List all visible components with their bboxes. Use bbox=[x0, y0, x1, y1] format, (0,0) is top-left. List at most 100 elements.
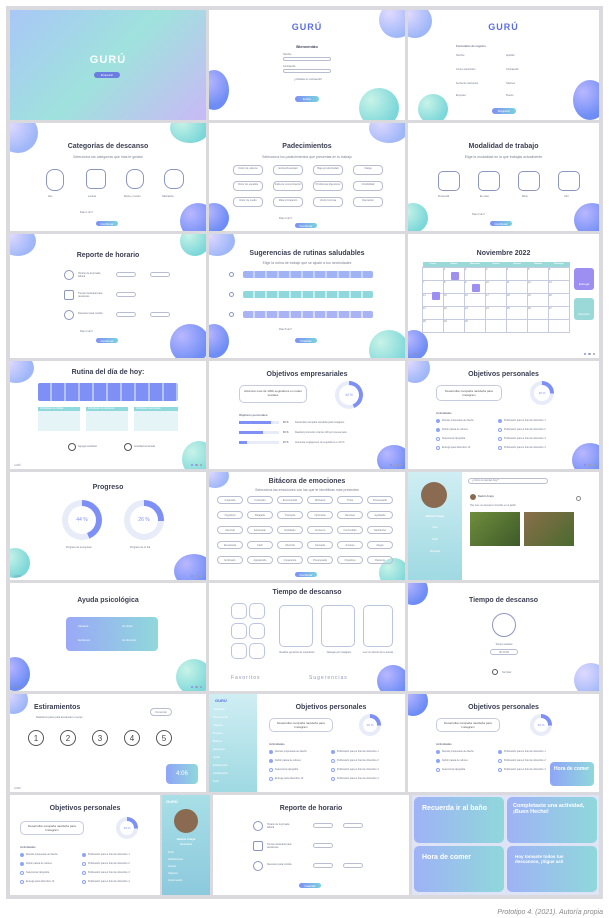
timeline[interactable] bbox=[38, 383, 178, 401]
continue-button[interactable]: Continuar bbox=[295, 223, 317, 228]
time-input[interactable] bbox=[116, 272, 136, 277]
ailment-option[interactable]: Visión borrosa bbox=[313, 197, 343, 207]
day-cell[interactable]: 11 bbox=[506, 279, 528, 294]
password-field[interactable] bbox=[283, 69, 331, 73]
menu-item[interactable]: Progreso bbox=[213, 732, 223, 735]
time-input[interactable] bbox=[116, 292, 136, 297]
emotion-option[interactable]: Preocupado bbox=[367, 496, 393, 504]
mind-body-icon[interactable] bbox=[126, 169, 144, 189]
event-marker[interactable] bbox=[472, 284, 480, 292]
goal-card[interactable]: Desarrollar campaña navideña para Instag… bbox=[436, 718, 500, 732]
register-button[interactable]: Registrar bbox=[492, 108, 516, 114]
emotion-option[interactable]: Aburrido bbox=[277, 541, 303, 549]
step-number[interactable]: 5 bbox=[156, 730, 172, 746]
book-icon[interactable] bbox=[86, 169, 106, 189]
post-input[interactable]: ¿Cómo te sientes hoy? bbox=[468, 478, 548, 484]
time-input[interactable] bbox=[343, 823, 363, 828]
nature-icon[interactable] bbox=[164, 169, 184, 189]
checkbox[interactable] bbox=[269, 759, 273, 763]
day-cell[interactable]: 13 bbox=[548, 279, 570, 294]
ailment-option[interactable]: Problemas digestivos bbox=[313, 181, 343, 191]
ailment-option[interactable]: Mala circulación bbox=[273, 197, 303, 207]
radio[interactable] bbox=[229, 312, 234, 317]
step-number[interactable]: 3 bbox=[92, 730, 108, 746]
time-input[interactable] bbox=[150, 272, 170, 277]
emotion-option[interactable]: Agradecido bbox=[247, 556, 273, 564]
ailment-option[interactable]: Dolor de espalda bbox=[233, 181, 263, 191]
directory-button[interactable]: Ver directorio bbox=[122, 639, 136, 642]
menu-item[interactable]: Notificaciones bbox=[168, 858, 183, 861]
routine-bar[interactable] bbox=[243, 271, 373, 278]
stop-icon[interactable] bbox=[492, 669, 498, 675]
post-photo[interactable] bbox=[470, 512, 520, 546]
checkbox[interactable] bbox=[20, 880, 24, 884]
checkbox[interactable] bbox=[436, 437, 440, 441]
time-input[interactable] bbox=[116, 312, 136, 317]
menu-item[interactable]: Cerrar sesión bbox=[168, 879, 182, 882]
checkbox[interactable] bbox=[436, 750, 440, 754]
checkbox[interactable] bbox=[498, 428, 502, 432]
home-icon[interactable] bbox=[478, 171, 500, 191]
day-cell[interactable]: 23 bbox=[464, 305, 486, 320]
emotion-option[interactable]: Satisfecho bbox=[367, 526, 393, 534]
radio[interactable] bbox=[229, 272, 234, 277]
routine-bar[interactable] bbox=[243, 311, 373, 318]
emotion-option[interactable]: Triste bbox=[337, 496, 363, 504]
emotion-option[interactable]: Orgulloso bbox=[337, 556, 363, 564]
day-cell[interactable] bbox=[548, 318, 570, 333]
checkbox[interactable] bbox=[331, 777, 335, 781]
emotion-option[interactable]: Enfadado bbox=[277, 526, 303, 534]
menu-item[interactable]: Calendario bbox=[213, 708, 225, 711]
continue-button[interactable]: Continuar bbox=[490, 221, 512, 226]
emotion-option[interactable]: Inspirado bbox=[217, 496, 243, 504]
notification-activity[interactable]: Completaste una actividad, ¡Buen Hecho! bbox=[507, 797, 597, 843]
emotion-option[interactable]: Orgulloso bbox=[217, 511, 243, 519]
calendar-title[interactable]: Noviembre 2022 bbox=[408, 250, 599, 257]
emotion-option[interactable]: Optimista bbox=[307, 511, 333, 519]
art-icon[interactable] bbox=[46, 169, 64, 191]
menu-item[interactable]: Perfil bbox=[412, 538, 458, 541]
day-cell[interactable]: 18 bbox=[506, 292, 528, 307]
menu-item[interactable]: Rutina del día bbox=[213, 716, 228, 719]
emotion-option[interactable]: Aburrido bbox=[217, 526, 243, 534]
emotion-option[interactable]: Preocupado bbox=[307, 556, 333, 564]
day-cell[interactable]: 22 bbox=[443, 305, 465, 320]
event-marker[interactable] bbox=[432, 292, 440, 300]
emotion-option[interactable]: Confundido bbox=[337, 526, 363, 534]
mixed-icon[interactable] bbox=[518, 171, 540, 191]
emotion-option[interactable]: Nervioso bbox=[337, 511, 363, 519]
ailment-option[interactable]: Fatiga bbox=[353, 165, 383, 175]
post-photo[interactable] bbox=[524, 512, 574, 546]
day-cell[interactable]: 6 bbox=[548, 266, 570, 281]
checkbox[interactable] bbox=[82, 862, 86, 866]
stretch-timer[interactable]: 4:06 bbox=[166, 764, 198, 784]
checkbox[interactable] bbox=[331, 768, 335, 772]
checkbox[interactable] bbox=[498, 750, 502, 754]
save-button[interactable]: Guardar bbox=[299, 883, 321, 888]
day-cell[interactable]: 29 bbox=[443, 318, 465, 333]
avatar[interactable] bbox=[421, 482, 447, 508]
checkbox[interactable] bbox=[82, 871, 86, 875]
yoga-icon[interactable] bbox=[231, 603, 247, 619]
emotion-option[interactable]: Entusiasta bbox=[217, 541, 243, 549]
stop-button[interactable]: Terminar bbox=[502, 671, 511, 674]
emotion-option[interactable]: Ansioso bbox=[337, 541, 363, 549]
menu-item[interactable]: Objetivos bbox=[168, 872, 178, 875]
continue-button[interactable]: Continuar bbox=[96, 221, 118, 226]
tv-icon[interactable] bbox=[231, 643, 247, 659]
checkbox[interactable] bbox=[269, 777, 273, 781]
meeting-button[interactable]: Reunión bbox=[574, 298, 594, 320]
emotion-option[interactable]: Motivado bbox=[307, 496, 333, 504]
checkbox[interactable] bbox=[436, 446, 440, 450]
menu-item[interactable]: Ayuda bbox=[213, 756, 220, 759]
day-cell[interactable]: 16 bbox=[464, 292, 486, 307]
checkbox[interactable] bbox=[269, 768, 273, 772]
menu-item[interactable]: Mensajes bbox=[412, 550, 458, 553]
day-cell[interactable]: 19 bbox=[527, 292, 549, 307]
emotion-option[interactable]: Cansado bbox=[307, 541, 333, 549]
menu-item[interactable]: Inicio bbox=[412, 526, 458, 529]
checkbox[interactable] bbox=[498, 446, 502, 450]
menu-item[interactable]: Objetivos bbox=[213, 724, 223, 727]
time-input[interactable] bbox=[343, 863, 363, 868]
forgot-link[interactable]: ¿Olvidaste tu contraseña? bbox=[293, 78, 323, 81]
